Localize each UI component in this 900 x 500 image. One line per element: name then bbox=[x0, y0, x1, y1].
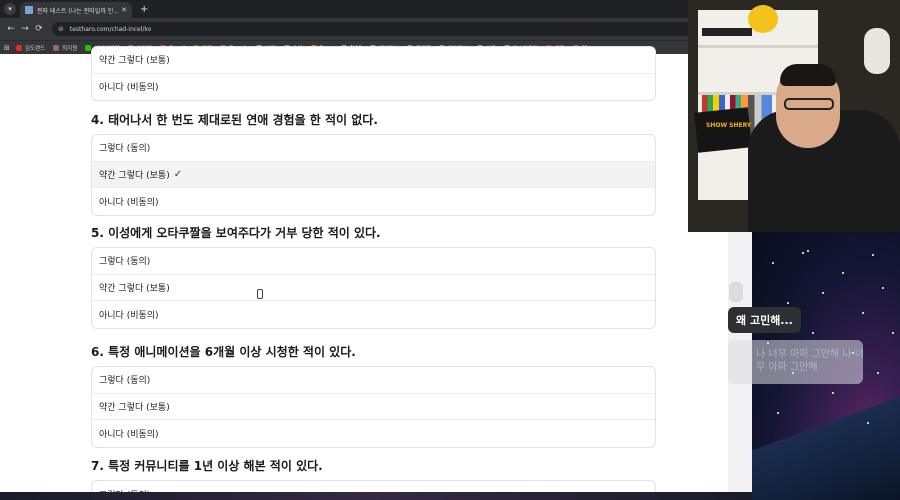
streamer-hair bbox=[780, 64, 836, 86]
option-label: 아니다 (비동의) bbox=[99, 310, 159, 321]
option-row[interactable]: 약간 그렇다 (보통) bbox=[92, 275, 655, 301]
sign-text: SHOW SHERY bbox=[706, 122, 752, 129]
new-tab-button[interactable]: + bbox=[140, 4, 148, 15]
option-label: 그렇다 (동의) bbox=[99, 257, 151, 268]
option-label: 아니다 (비동의) bbox=[99, 429, 159, 440]
mountain-silhouette bbox=[752, 380, 900, 500]
apps-grid-icon[interactable]: ⊞ bbox=[4, 44, 10, 52]
browser-tab[interactable]: 찐따 테스트 (나는 찐따일까 인... ✕ bbox=[20, 2, 132, 18]
option-label: 약간 그렇다 (보통) bbox=[99, 402, 170, 413]
url-text[interactable]: testharo.com/chad-incel/ko bbox=[70, 26, 709, 33]
option-label: 약간 그렇다 (보통) bbox=[99, 283, 170, 294]
bookmark-favicon-icon bbox=[53, 44, 60, 51]
question-title: 6. 특정 애니메이션을 6개월 이상 시청한 적이 있다. bbox=[91, 345, 356, 359]
option-row-selected[interactable]: 약간 그렇다 (보통) ✓ bbox=[92, 161, 655, 188]
mouse-cursor-icon bbox=[257, 289, 263, 299]
star-icon bbox=[862, 312, 864, 314]
option-label: 아니다 (비동의) bbox=[99, 83, 159, 94]
webcam-feed: SHOW SHERY bbox=[688, 0, 900, 232]
tab-close-icon[interactable]: ✕ bbox=[121, 6, 127, 14]
stream-sign bbox=[694, 107, 752, 153]
quiz-page: 약간 그렇다 (보통) 아니다 (비동의) 4. 태어나서 한 번도 제대로된 … bbox=[0, 46, 752, 500]
question-5-options: 그렇다 (동의) 약간 그렇다 (보통) 아니다 (비동의) bbox=[91, 247, 656, 329]
browser-toolbar: ← → ⟳ ⊜ testharo.com/chad-incel/ko 🔍 ☆ bbox=[0, 18, 752, 40]
chat-message-faded: 나 너무 아파 그만해 나 너무 아파 그만해 bbox=[756, 349, 864, 373]
question-title: 4. 태어나서 한 번도 제대로된 연애 경험을 한 적이 없다. bbox=[91, 113, 378, 127]
star-icon bbox=[842, 272, 844, 274]
question-3-options: 약간 그렇다 (보통) 아니다 (비동의) bbox=[91, 46, 656, 101]
option-row[interactable]: 아니다 (비동의) bbox=[92, 420, 655, 447]
option-label: 약간 그렇다 (보통) bbox=[99, 56, 170, 67]
shelf-divider bbox=[698, 45, 818, 48]
bookmark-label: 김도랜드 bbox=[24, 45, 46, 52]
back-button[interactable]: ← bbox=[4, 24, 18, 34]
star-icon bbox=[812, 332, 814, 334]
shelf-plaque bbox=[702, 28, 752, 36]
star-icon bbox=[877, 372, 879, 374]
option-label: 그렇다 (동의) bbox=[99, 144, 151, 155]
star-icon bbox=[777, 412, 779, 414]
chat-message: 왜 고민해... bbox=[728, 307, 801, 333]
check-icon: ✓ bbox=[173, 168, 183, 180]
star-icon bbox=[892, 332, 894, 334]
option-row[interactable]: 아니다 (비동의) bbox=[92, 74, 655, 101]
option-row[interactable]: 그렇다 (동의) bbox=[92, 248, 655, 275]
star-icon bbox=[832, 392, 834, 394]
option-row[interactable]: 그렇다 (동의) bbox=[92, 367, 655, 394]
tab-bar: ▾ 찐따 테스트 (나는 찐따일까 인... ✕ + bbox=[0, 0, 752, 18]
bookmark-label: 최지원 bbox=[62, 45, 78, 52]
option-row[interactable]: 그렇다 (동의) bbox=[92, 135, 655, 162]
figure-doll bbox=[864, 28, 890, 74]
option-label: 그렇다 (동의) bbox=[99, 376, 151, 387]
star-icon bbox=[872, 254, 874, 256]
tab-search-icon[interactable]: ▾ bbox=[4, 3, 16, 15]
screen: ▾ 찐따 테스트 (나는 찐따일까 인... ✕ + ← → ⟳ ⊜ testh… bbox=[0, 0, 900, 500]
option-label: 아니다 (비동의) bbox=[99, 197, 159, 208]
star-icon bbox=[772, 262, 774, 264]
question-title: 7. 특정 커뮤니티를 1년 이상 해본 적이 있다. bbox=[91, 459, 323, 473]
star-icon bbox=[822, 292, 824, 294]
bookmark-item[interactable]: 김도랜드 bbox=[15, 44, 46, 52]
glasses-icon bbox=[784, 98, 834, 110]
star-icon bbox=[802, 252, 804, 254]
option-label: 약간 그렇다 (보통) bbox=[99, 170, 170, 181]
bookmark-item[interactable]: 최지원 bbox=[53, 44, 77, 52]
bottom-background-strip bbox=[0, 492, 752, 500]
chat-indicator bbox=[729, 282, 743, 302]
option-row[interactable]: 아니다 (비동의) bbox=[92, 188, 655, 215]
option-row[interactable]: 약간 그렇다 (보통) bbox=[92, 47, 655, 74]
question-6-options: 그렇다 (동의) 약간 그렇다 (보통) 아니다 (비동의) bbox=[91, 366, 656, 448]
option-row[interactable]: 약간 그렇다 (보통) bbox=[92, 394, 655, 420]
forward-button[interactable]: → bbox=[18, 24, 32, 34]
address-bar[interactable]: ⊜ testharo.com/chad-incel/ko 🔍 ☆ bbox=[52, 22, 742, 36]
option-row[interactable]: 아니다 (비동의) bbox=[92, 301, 655, 328]
question-title: 5. 이성에게 오타쿠짤을 보여주다가 거부 당한 적이 있다. bbox=[91, 226, 381, 240]
site-info-icon[interactable]: ⊜ bbox=[58, 25, 64, 33]
reload-button[interactable]: ⟳ bbox=[32, 24, 46, 34]
star-icon bbox=[882, 287, 884, 289]
star-icon bbox=[807, 250, 809, 252]
star-icon bbox=[867, 422, 869, 424]
star-icon bbox=[787, 302, 789, 304]
question-4-options: 그렇다 (동의) 약간 그렇다 (보통) ✓ 아니다 (비동의) bbox=[91, 134, 656, 216]
tab-title: 찐따 테스트 (나는 찐따일까 인... bbox=[37, 7, 119, 15]
site-favicon-icon bbox=[25, 6, 33, 14]
figure-toy bbox=[748, 5, 778, 33]
bookmark-favicon-icon bbox=[15, 44, 22, 51]
